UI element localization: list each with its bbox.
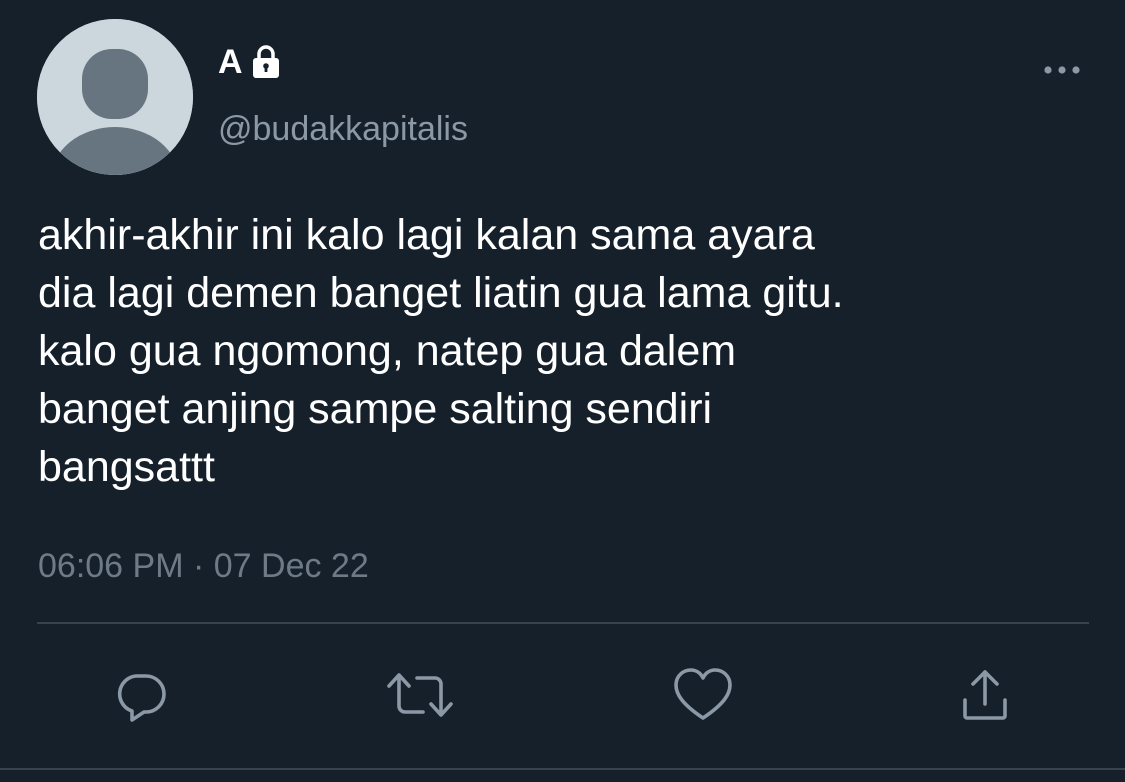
tweet-text-line: dia lagi demen banget liatin gua lama gi… [38,269,844,317]
share-icon [963,670,1007,720]
default-avatar-icon [37,19,193,175]
tweet-text-line: kalo gua ngomong, natep gua dalem [38,327,737,375]
like-icon [674,668,732,720]
tweet-text-line: bangsattt [38,443,215,491]
tweet: A @budakkapitalis akhir-akhir ini kalo l… [0,0,1125,782]
reply-button[interactable] [106,660,176,730]
action-bar [0,660,1125,740]
reply-icon [117,674,166,722]
tweet-text-line: akhir-akhir ini kalo lagi kalan sama aya… [38,211,815,259]
lock-icon [251,44,281,80]
display-name[interactable]: A [218,42,281,82]
display-name-text: A [218,43,243,81]
tweet-text: akhir-akhir ini kalo lagi kalan sama aya… [38,206,1098,496]
more-options-icon[interactable] [1040,60,1084,80]
divider [0,768,1125,770]
tweet-timestamp[interactable]: 06:06 PM · 07 Dec 22 [38,542,369,590]
like-button[interactable] [668,660,738,730]
retweet-button[interactable] [385,660,455,730]
user-handle[interactable]: @budakkapitalis [218,108,468,150]
divider [37,622,1089,624]
avatar[interactable] [37,19,193,175]
tweet-text-line: banget anjing sampe salting sendiri [38,385,713,433]
retweet-icon [387,673,453,717]
share-button[interactable] [950,660,1020,730]
